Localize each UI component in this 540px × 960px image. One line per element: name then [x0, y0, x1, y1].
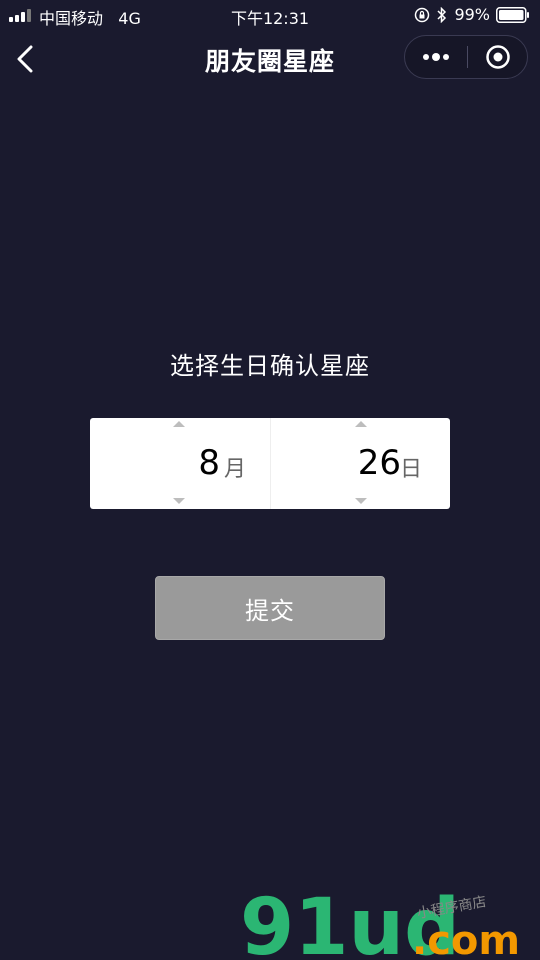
month-down-arrow-icon[interactable] — [173, 498, 185, 504]
day-picker-column[interactable]: 26 日 — [270, 418, 450, 509]
battery-percent: 99% — [454, 5, 490, 24]
month-unit: 月 — [224, 457, 247, 482]
watermark-logo: 91ud .com 小程序商店 — [240, 883, 520, 960]
more-button[interactable] — [405, 36, 467, 78]
watermark-domain: .com — [412, 918, 520, 960]
month-picker-column[interactable]: 8 月 — [90, 418, 270, 509]
day-value: 26 — [357, 443, 401, 483]
day-unit: 日 — [400, 457, 423, 482]
rotation-lock-icon — [415, 7, 430, 22]
birthday-picker: 8 月 26 日 — [90, 418, 450, 509]
day-up-arrow-icon[interactable] — [355, 421, 367, 427]
submit-button[interactable]: 提交 — [155, 576, 385, 640]
month-up-arrow-icon[interactable] — [173, 421, 185, 427]
bluetooth-icon — [437, 6, 447, 23]
target-close-icon — [486, 45, 510, 69]
miniprogram-capsule — [404, 35, 528, 79]
status-right-group: 99% — [414, 5, 530, 24]
month-value: 8 — [198, 443, 220, 483]
day-down-arrow-icon[interactable] — [355, 498, 367, 504]
close-miniprogram-button[interactable] — [468, 36, 528, 78]
status-bar: 中国移动 4G 下午12:31 99% — [0, 0, 540, 30]
battery-icon — [496, 6, 529, 23]
navigation-bar: 朋友圈星座 — [0, 30, 540, 88]
more-dots-icon — [423, 53, 449, 61]
birthday-prompt: 选择生日确认星座 — [170, 352, 370, 380]
